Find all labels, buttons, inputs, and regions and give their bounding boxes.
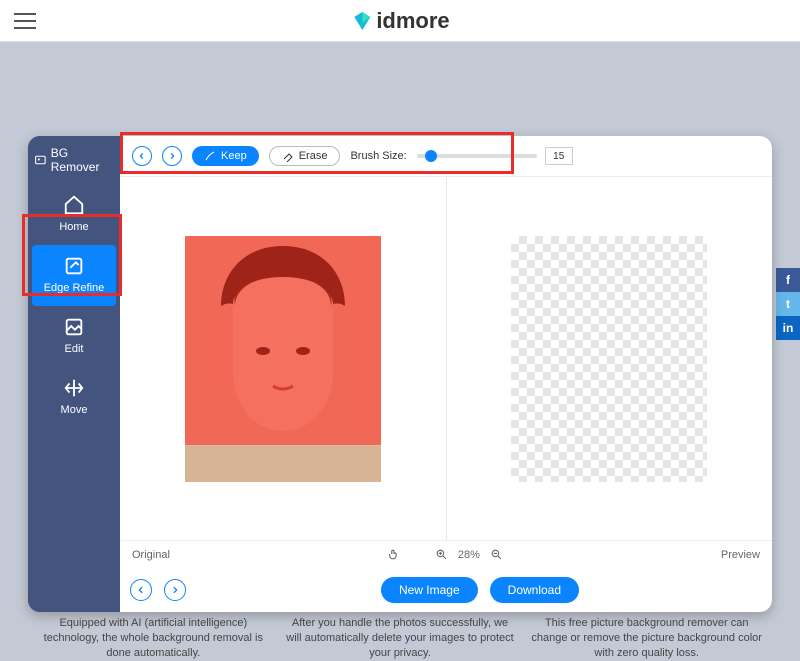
preview-panel bbox=[447, 177, 773, 540]
feature-row: Equipped with AI (artificial intelligenc… bbox=[30, 616, 770, 661]
menu-icon[interactable] bbox=[14, 13, 36, 29]
sidebar-item-label: Move bbox=[61, 404, 88, 416]
social-rail: f t in bbox=[776, 268, 800, 340]
erase-button[interactable]: Erase bbox=[269, 146, 341, 166]
brand-text: idmore bbox=[376, 8, 449, 34]
edge-refine-icon bbox=[63, 255, 85, 277]
keep-button[interactable]: Keep bbox=[192, 146, 259, 166]
sidebar-item-label: Home bbox=[59, 221, 88, 233]
sidebar-item-label: Edit bbox=[65, 343, 84, 355]
prev-button[interactable] bbox=[130, 579, 152, 601]
linkedin-icon[interactable]: in bbox=[776, 316, 800, 340]
sidebar-item-home[interactable]: Home bbox=[32, 184, 116, 245]
home-icon bbox=[63, 194, 85, 216]
sidebar-item-edge-refine[interactable]: Edge Refine bbox=[32, 245, 116, 306]
feature-text-2: After you handle the photos successfully… bbox=[277, 616, 524, 661]
new-image-button[interactable]: New Image bbox=[381, 577, 478, 603]
preview-label: Preview bbox=[721, 549, 760, 561]
face-cutout bbox=[511, 236, 707, 482]
zoom-out-icon[interactable] bbox=[490, 548, 503, 561]
status-bar: Original 28% Preview bbox=[120, 540, 772, 568]
move-icon bbox=[63, 377, 85, 399]
brush-size-label: Brush Size: bbox=[350, 150, 406, 162]
mask-overlay bbox=[185, 236, 381, 445]
original-image[interactable] bbox=[185, 236, 381, 482]
sidebar-item-move[interactable]: Move bbox=[32, 367, 116, 428]
preview-image[interactable] bbox=[511, 236, 707, 482]
sidebar-title: BG Remover bbox=[28, 136, 120, 184]
brush-size-slider[interactable] bbox=[417, 154, 537, 158]
brush-icon bbox=[204, 150, 216, 162]
edit-icon bbox=[63, 316, 85, 338]
editor-main: Keep Erase Brush Size: 15 bbox=[120, 136, 772, 612]
logo-icon bbox=[350, 9, 374, 33]
undo-button[interactable] bbox=[132, 146, 152, 166]
sidebar-item-label: Edge Refine bbox=[44, 282, 105, 294]
eraser-icon bbox=[282, 150, 294, 162]
redo-button[interactable] bbox=[162, 146, 182, 166]
action-bar: New Image Download bbox=[120, 568, 772, 612]
sidebar: BG Remover Home Edge Refine Edit Move bbox=[28, 136, 120, 612]
next-button[interactable] bbox=[164, 579, 186, 601]
brand-logo[interactable]: idmore bbox=[350, 8, 449, 34]
feature-text-3: This free picture background remover can… bbox=[523, 616, 770, 661]
feature-text-1: Equipped with AI (artificial intelligenc… bbox=[30, 616, 277, 661]
toolbar: Keep Erase Brush Size: 15 bbox=[120, 136, 772, 176]
download-button[interactable]: Download bbox=[490, 577, 579, 603]
brush-size-value[interactable]: 15 bbox=[545, 147, 573, 165]
canvas-row bbox=[120, 176, 772, 540]
twitter-icon[interactable]: t bbox=[776, 292, 800, 316]
original-label: Original bbox=[132, 549, 170, 561]
zoom-in-icon[interactable] bbox=[435, 548, 448, 561]
editor-window: BG Remover Home Edge Refine Edit Move bbox=[28, 136, 772, 612]
facebook-icon[interactable]: f bbox=[776, 268, 800, 292]
pan-icon[interactable] bbox=[388, 548, 401, 561]
zoom-value: 28% bbox=[458, 549, 480, 561]
original-panel bbox=[120, 177, 447, 540]
top-bar: idmore bbox=[0, 0, 800, 42]
sidebar-item-edit[interactable]: Edit bbox=[32, 306, 116, 367]
image-icon bbox=[34, 153, 47, 167]
